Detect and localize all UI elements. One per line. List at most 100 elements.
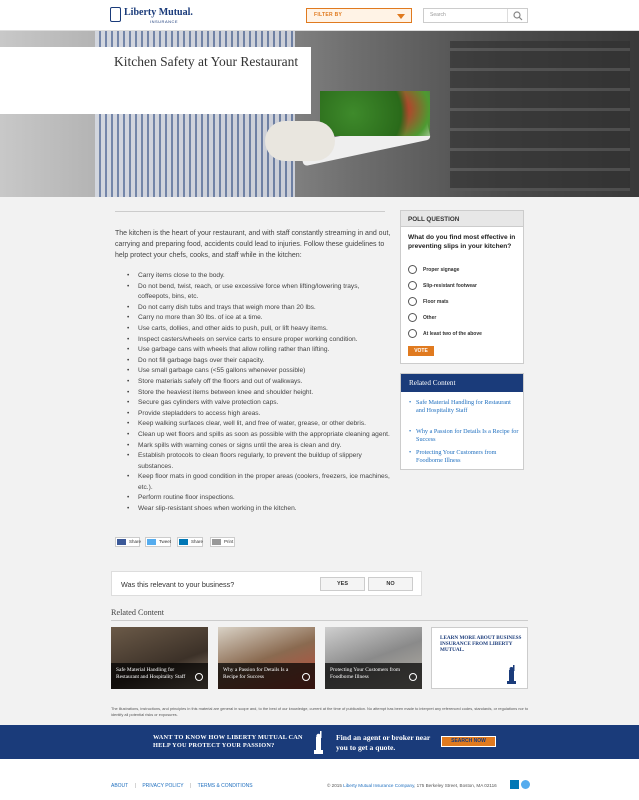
linkedin-share-button[interactable]: Share <box>177 537 203 547</box>
copyright-prefix: © 2015 <box>327 783 344 788</box>
list-item: Clean up wet floors and spills as soon a… <box>126 430 390 441</box>
logo-sub: INSURANCE <box>150 19 179 24</box>
related-content-header: Related Content <box>401 374 523 392</box>
no-button[interactable]: NO <box>368 577 413 591</box>
twitter-icon[interactable] <box>521 780 530 789</box>
facebook-share-button[interactable]: Share <box>115 537 142 547</box>
twitter-icon <box>147 539 156 545</box>
chevron-down-icon <box>397 14 405 19</box>
poll-option-label: Other <box>423 315 437 321</box>
facebook-share-label: Share <box>129 539 142 544</box>
list-item: Do not bend, twist, reach, or use excess… <box>126 282 390 303</box>
related-link[interactable]: Why a Passion for Details Is a Recipe fo… <box>409 428 521 443</box>
footer-link-privacy[interactable]: PRIVACY POLICY <box>142 783 183 789</box>
copyright: © 2015 Liberty Mutual Insurance Company,… <box>327 783 497 788</box>
list-item: Use garbage cans with wheels that allow … <box>126 345 390 356</box>
disclaimer-text: The illustrations, instructions, and pri… <box>111 706 529 717</box>
search-button[interactable] <box>507 9 527 22</box>
list-item: Establish protocols to clean floors regu… <box>126 451 390 472</box>
twitter-share-button[interactable]: Tweet <box>145 537 171 547</box>
linkedin-icon <box>179 539 188 545</box>
vote-button[interactable]: VOTE <box>408 346 434 356</box>
cta-banner: WANT TO KNOW HOW LIBERTY MUTUAL CAN HELP… <box>0 725 639 759</box>
poll-option-label: Proper signage <box>423 267 460 273</box>
list-item: Use carts, dollies, and other aids to pu… <box>126 324 390 335</box>
filter-label: FILTER BY <box>314 12 343 18</box>
poll-option-label: At least two of the above <box>423 331 482 337</box>
hero-title-box: Kitchen Safety at Your Restaurant <box>0 47 311 114</box>
list-item: Use small garbage cans (<55 gallons when… <box>126 366 390 377</box>
related-card[interactable]: Safe Material Handling for Restaurant an… <box>111 627 208 689</box>
link-separator: | <box>134 783 136 789</box>
related-card[interactable]: Protecting Your Customers from Foodborne… <box>325 627 422 689</box>
footer-link-about[interactable]: ABOUT <box>111 783 128 789</box>
linkedin-icon[interactable] <box>510 780 519 789</box>
learn-more-box[interactable]: LEARN MORE ABOUT BUSINESS INSURANCE FROM… <box>431 627 528 689</box>
poll-option[interactable]: At least two of the above <box>408 329 520 339</box>
feedback-question: Was this relevant to your business? <box>121 580 235 589</box>
print-label: Print <box>224 539 234 544</box>
list-item: Perform routine floor inspections. <box>126 493 390 504</box>
arrow-circle-icon <box>302 673 310 681</box>
list-item: Keep floor mats in good condition in the… <box>126 472 390 493</box>
company-link[interactable]: Liberty Mutual Insurance Company <box>343 783 414 788</box>
poll-option-label: Slip-resistant footwear <box>423 283 477 289</box>
link-separator: | <box>189 783 192 789</box>
search-now-button[interactable]: SEARCH NOW <box>441 736 496 747</box>
statue-of-liberty-icon <box>507 665 516 684</box>
company-address: , 175 Berkeley Street, Boston, MA 02116 <box>414 783 497 788</box>
list-item: Inspect casters/wheels on service carts … <box>126 335 390 346</box>
list-item: Wear slip-resistant shoes when working i… <box>126 504 390 515</box>
learn-more-text: LEARN MORE ABOUT BUSINESS INSURANCE FROM… <box>440 635 522 654</box>
relevance-feedback: Was this relevant to your business? YES … <box>111 571 422 596</box>
list-item: Store the heaviest items between knee an… <box>126 388 390 399</box>
list-item: Provide stepladders to access high areas… <box>126 409 390 420</box>
related-card[interactable]: Why a Passion for Details Is a Recipe fo… <box>218 627 315 689</box>
radio-button[interactable] <box>408 281 417 290</box>
poll-header: POLL QUESTION <box>401 211 523 227</box>
radio-button[interactable] <box>408 313 417 322</box>
search-input[interactable]: Search <box>423 8 528 23</box>
poll-option[interactable]: Floor mats <box>408 297 520 307</box>
related-content-sidebar: Related Content Safe Material Handling f… <box>400 373 524 470</box>
list-item: Keep walking surfaces clear, well lit, a… <box>126 419 390 430</box>
search-placeholder: Search <box>430 12 446 18</box>
liberty-mutual-logo[interactable]: Liberty Mutual. INSURANCE <box>110 6 193 26</box>
arrow-circle-icon <box>195 673 203 681</box>
statue-logo-icon <box>110 7 121 22</box>
print-button[interactable]: Print <box>210 537 235 547</box>
statue-of-liberty-icon <box>314 731 323 754</box>
related-link[interactable]: Safe Material Handling for Restaurant an… <box>409 399 521 414</box>
poll-widget: POLL QUESTION What do you find most effe… <box>400 210 524 364</box>
radio-button[interactable] <box>408 265 417 274</box>
linkedin-share-label: Share <box>191 539 204 544</box>
poll-option[interactable]: Slip-resistant footwear <box>408 281 520 291</box>
card-caption: Why a Passion for Details Is a Recipe fo… <box>218 663 315 689</box>
page-title: Kitchen Safety at Your Restaurant <box>114 54 299 69</box>
list-item: Do not carry dish tubs and trays that we… <box>126 303 390 314</box>
radio-button[interactable] <box>408 297 417 306</box>
article-intro: The kitchen is the heart of your restaur… <box>115 230 391 259</box>
poll-question: What do you find most effective in preve… <box>408 234 516 250</box>
yes-button[interactable]: YES <box>320 577 365 591</box>
site-header: Liberty Mutual. INSURANCE FILTER BY Sear… <box>0 0 639 31</box>
footer-link-terms[interactable]: TERMS & CONDITIONS <box>198 783 253 789</box>
list-item: Do not fill garbage bags over their capa… <box>126 356 390 367</box>
poll-option[interactable]: Proper signage <box>408 265 520 275</box>
facebook-icon <box>117 539 126 545</box>
card-caption: Safe Material Handling for Restaurant an… <box>111 663 208 689</box>
list-item: Mark spills with warning cones or signs … <box>126 441 390 452</box>
divider <box>111 620 528 621</box>
banner-subtext: Find an agent or broker near you to get … <box>336 733 431 752</box>
list-item: Store materials safely off the floors an… <box>126 377 390 388</box>
poll-option[interactable]: Other <box>408 313 520 323</box>
list-item: Secure gas cylinders with valve protecti… <box>126 398 390 409</box>
footer-links: ABOUT | PRIVACY POLICY | TERMS & CONDITI… <box>111 783 258 789</box>
related-link[interactable]: Protecting Your Customers from Foodborne… <box>409 449 521 464</box>
arrow-circle-icon <box>409 673 417 681</box>
related-content-heading: Related Content <box>111 608 164 617</box>
site-footer: ABOUT | PRIVACY POLICY | TERMS & CONDITI… <box>0 759 639 800</box>
logo-name: Liberty Mutual. <box>124 7 193 18</box>
filter-by-dropdown[interactable]: FILTER BY <box>306 8 412 23</box>
radio-button[interactable] <box>408 329 417 338</box>
